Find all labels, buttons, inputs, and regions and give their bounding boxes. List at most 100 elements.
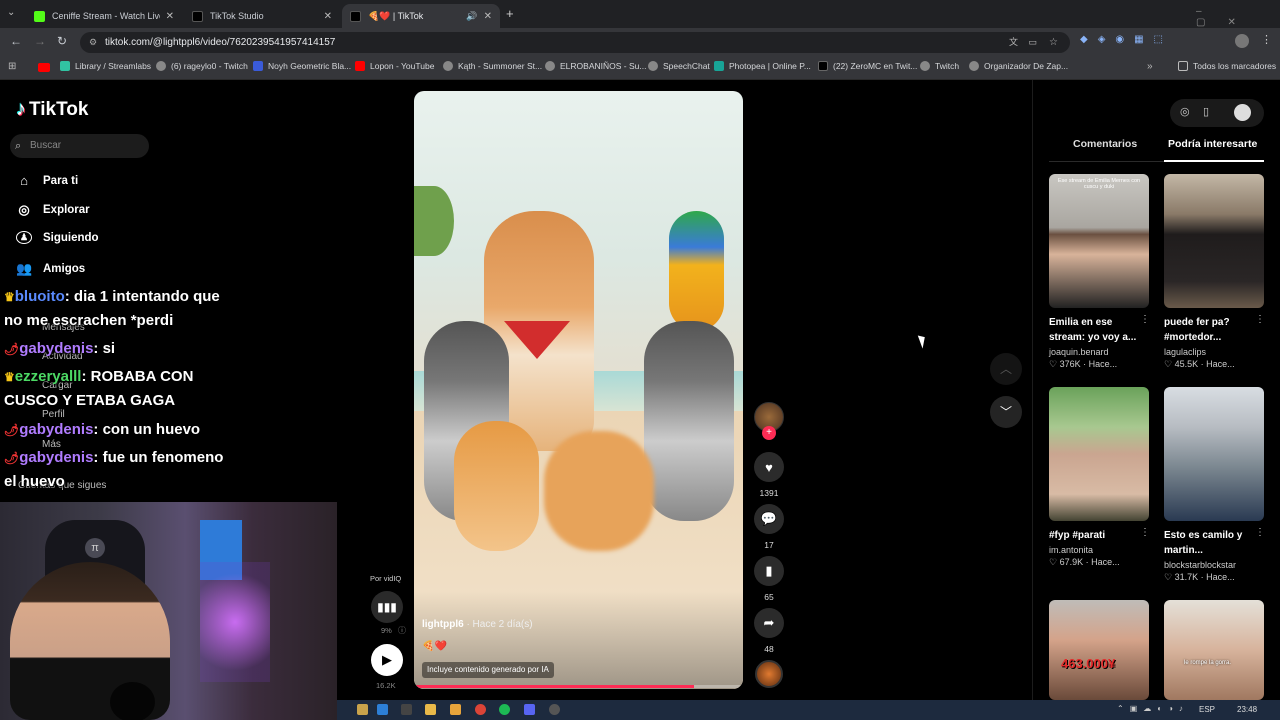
vidiq-stats-button[interactable]: ▮▮▮ <box>371 591 403 623</box>
card-author[interactable]: im.antonita <box>1049 545 1149 555</box>
more-options-icon[interactable]: ⋮ <box>1255 314 1265 325</box>
more-options-icon[interactable]: ⋮ <box>1140 527 1150 538</box>
nav-item-explore[interactable]: ◎ Explorar <box>16 202 89 218</box>
recommended-video-card[interactable]: 463.000¥ <box>1049 600 1149 700</box>
nav-item-friends[interactable]: 👥 Amigos <box>16 261 85 277</box>
nav-item-following[interactable]: ♟ Siguiendo <box>16 231 99 244</box>
close-icon[interactable]: ✕ <box>324 11 332 22</box>
device-icon[interactable]: ▯ <box>1203 105 1209 118</box>
chat-text: CUSCO Y ETABA GAGA <box>4 392 176 409</box>
discord-icon[interactable] <box>524 704 535 715</box>
video-author[interactable]: lightppl6 · Hace 2 día(s) <box>422 619 533 630</box>
chrome-icon[interactable] <box>475 704 486 715</box>
tab-comments[interactable]: Comentarios <box>1073 138 1137 150</box>
tiktok-logo[interactable]: ♪ TikTok <box>16 98 88 121</box>
like-button[interactable]: ♥ <box>754 452 784 482</box>
profile-avatar[interactable] <box>1235 34 1249 48</box>
save-button[interactable]: ▮ <box>754 556 784 586</box>
bookmark-item[interactable]: (6) rageylo0 - Twitch <box>156 61 248 71</box>
folder-icon[interactable] <box>425 704 436 715</box>
video-thumbnail[interactable]: 463.000¥ <box>1049 600 1149 700</box>
previous-video-button[interactable]: ︿ <box>990 353 1022 385</box>
info-icon[interactable]: ⓘ <box>398 625 406 636</box>
bookmark-item[interactable]: Library / Streamlabs <box>60 61 151 71</box>
recommended-video-card[interactable]: puede fer pa? #mortedor... lagulaclips ♡… <box>1164 174 1264 370</box>
bookmark-item[interactable]: (22) ZeroMC en Twit... <box>818 61 917 71</box>
recommended-video-card[interactable]: Esto es camilo y martin... blockstarbloc… <box>1164 387 1264 583</box>
nav-item-for-you[interactable]: ⌂ Para ti <box>16 173 78 188</box>
app-icon[interactable] <box>377 704 388 715</box>
tab-tiktok-video[interactable]: 🍕❤️ | TikTok 🔊 ✕ <box>342 4 500 28</box>
window-controls[interactable]: –▢✕ <box>1196 6 1280 28</box>
comment-button[interactable]: 💬 <box>754 504 784 534</box>
tab-you-may-like[interactable]: Podría interesarte <box>1168 138 1257 150</box>
bookmark-item[interactable]: Kąth - Summoner St... <box>443 61 542 71</box>
bookmark-item[interactable]: SpeechChat <box>648 61 710 71</box>
file-explorer-icon[interactable] <box>357 704 368 715</box>
card-author[interactable]: joaquin.benard <box>1049 347 1149 357</box>
bookmark-item[interactable]: Lopon - YouTube <box>355 61 434 71</box>
bookmark-item[interactable]: Photopea | Online P... <box>714 61 811 71</box>
close-icon[interactable]: ✕ <box>166 11 174 22</box>
user-avatar[interactable] <box>1234 104 1251 121</box>
chat-message: no me escrachen *perdi <box>4 312 173 329</box>
recommended-video-card[interactable]: #fyp #parati im.antonita ♡ 67.9K · Hace.… <box>1049 387 1149 568</box>
card-author[interactable]: blockstarblockstar <box>1164 560 1264 570</box>
app-icon[interactable] <box>450 704 461 715</box>
follow-plus-button[interactable]: + <box>762 426 776 440</box>
search-input[interactable]: ⌕ Buscar <box>10 134 149 158</box>
video-progress-track[interactable] <box>414 685 743 688</box>
more-options-icon[interactable]: ⋮ <box>1255 527 1265 538</box>
language-indicator[interactable]: ESP <box>1199 705 1215 714</box>
youtube-icon[interactable] <box>38 63 50 72</box>
menu-icon[interactable]: ⋮ <box>1261 33 1272 46</box>
webcam-overlay: π <box>0 502 337 720</box>
chevron-right-icon[interactable]: » <box>1147 61 1153 72</box>
share-button[interactable]: ➦ <box>754 608 784 638</box>
obs-icon[interactable] <box>549 704 560 715</box>
comment-count: 17 <box>764 540 774 550</box>
more-options-icon[interactable]: ⋮ <box>1140 314 1150 325</box>
compass-icon[interactable]: ◎ <box>1180 105 1190 118</box>
app-icon[interactable] <box>401 704 412 715</box>
extensions-area[interactable]: ◆◈◉▦⬚ <box>1080 34 1173 45</box>
video-thumbnail[interactable] <box>1164 174 1264 308</box>
card-author[interactable]: lagulaclips <box>1164 347 1264 357</box>
video-thumbnail[interactable]: Ese stream de Emilia Mernes con cuscu y … <box>1049 174 1149 308</box>
bookmark-item[interactable]: Organizador De Zap... <box>969 61 1068 71</box>
close-icon[interactable]: ✕ <box>484 11 492 22</box>
clock[interactable]: 23:48 <box>1237 705 1257 714</box>
bookmark-star-icon[interactable]: ☆ <box>1049 32 1058 53</box>
video-thumbnail[interactable] <box>1164 387 1264 521</box>
tab-ceniffe[interactable]: Ceniffe Stream - Watch Live on ✕ <box>26 4 182 28</box>
bookmark-item[interactable]: ELROBANIÑOS - Su... <box>545 61 646 71</box>
video-thumbnail[interactable] <box>1049 387 1149 521</box>
spotify-icon[interactable] <box>499 704 510 715</box>
nav-item-profile[interactable]: Perfil <box>42 409 65 420</box>
reload-icon[interactable]: ↻ <box>57 34 67 48</box>
recommended-video-card[interactable]: Ese stream de Emilia Mernes con cuscu y … <box>1049 174 1149 370</box>
speaker-icon[interactable]: 🔊 <box>466 11 477 22</box>
chili-icon: 🌶 <box>4 423 20 437</box>
apps-icon[interactable]: ⊞ <box>8 61 16 72</box>
forward-icon[interactable]: → <box>34 34 46 48</box>
play-button[interactable]: ▶ <box>371 644 403 676</box>
video-player[interactable]: lightppl6 · Hace 2 día(s) 🍕❤️ Incluye co… <box>414 91 743 689</box>
all-bookmarks[interactable]: Todos los marcadores <box>1178 61 1276 71</box>
tray-icons[interactable]: ⌃▣☁◐◑♪ <box>1117 704 1189 713</box>
address-bar[interactable]: ⚙ tiktok.com/@lightppl6/video/7620239541… <box>80 32 1070 53</box>
next-video-button[interactable]: ﹀ <box>990 396 1022 428</box>
new-tab-button[interactable]: + <box>506 6 514 21</box>
tab-tiktok-studio[interactable]: TikTok Studio ✕ <box>184 4 340 28</box>
cast-icon[interactable]: ▭ <box>1028 32 1037 53</box>
back-icon[interactable]: ← <box>10 34 22 48</box>
recommended-video-card[interactable]: le rompe la gorra. <box>1164 600 1264 700</box>
bookmark-item[interactable]: Twitch <box>920 61 959 71</box>
bookmark-item[interactable]: Noyh Geometric Bla... <box>253 61 351 71</box>
site-info-icon[interactable]: ⚙ <box>89 32 97 53</box>
translate-icon[interactable]: 文 <box>1009 32 1018 53</box>
video-thumbnail[interactable]: le rompe la gorra. <box>1164 600 1264 700</box>
url-text: tiktok.com/@lightppl6/video/762023954195… <box>105 37 336 48</box>
music-disc[interactable] <box>755 660 783 688</box>
tab-search-button[interactable]: ⌄ <box>7 7 15 18</box>
